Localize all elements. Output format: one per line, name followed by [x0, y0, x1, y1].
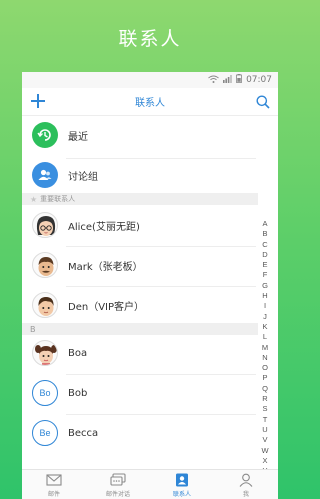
divider: [66, 158, 256, 159]
nav-bar: 联系人: [22, 88, 278, 116]
recent-label: 最近: [68, 131, 88, 143]
alphabet-letter[interactable]: G: [262, 281, 268, 291]
alphabet-letter[interactable]: Q: [262, 384, 268, 394]
tab-contacts[interactable]: 联系人: [150, 470, 214, 499]
alphabet-letter[interactable]: M: [262, 343, 268, 353]
divider: [66, 374, 256, 375]
alphabet-letter[interactable]: A: [262, 219, 267, 229]
contact-name: Mark（张老板）: [68, 261, 143, 273]
profile-icon: [239, 473, 253, 487]
group-chat-row[interactable]: 讨论组: [22, 160, 258, 190]
tab-mail[interactable]: 邮件: [22, 470, 86, 499]
alphabet-letter[interactable]: C: [262, 240, 267, 250]
alphabet-letter[interactable]: S: [262, 404, 267, 414]
tab-me[interactable]: 我: [214, 470, 278, 499]
avatar-man: [32, 252, 58, 278]
contact-name: Bob: [68, 387, 88, 399]
avatar-initials: Be: [32, 420, 58, 446]
promo-title: 联系人: [118, 28, 182, 50]
contact-row-bob[interactable]: Bo Bob: [22, 377, 258, 409]
alphabet-letter[interactable]: E: [262, 260, 267, 270]
contacts-icon: [176, 473, 188, 487]
conversation-icon: [110, 473, 126, 486]
phone-screen: 07:07 联系人 最近 讨论组 ★ 重要联系人 Alice(艾丽无距) Mar…: [22, 72, 278, 499]
alphabet-letter[interactable]: X: [262, 456, 267, 466]
alphabet-letter[interactable]: B: [262, 229, 267, 239]
contact-name: Den（VIP客户）: [68, 301, 145, 313]
alphabet-letter[interactable]: T: [263, 415, 268, 425]
alphabet-letter[interactable]: H: [262, 291, 267, 301]
alphabet-letter[interactable]: O: [262, 363, 268, 373]
avatar-boy: [32, 292, 58, 318]
section-header-b: B: [22, 323, 258, 335]
alphabet-letter[interactable]: D: [262, 250, 267, 260]
contact-row-becca[interactable]: Be Becca: [22, 417, 258, 449]
page-title: 联系人: [135, 98, 165, 109]
tab-bar: 邮件 邮件对话 联系人 我: [22, 469, 278, 499]
add-contact-button[interactable]: [31, 92, 49, 110]
contact-name: Boa: [68, 347, 88, 359]
important-contacts-header: ★ 重要联系人: [22, 193, 258, 205]
group-chat-icon: [32, 162, 58, 188]
group-chat-label: 讨论组: [68, 171, 98, 183]
status-time: 07:07: [246, 75, 272, 85]
alphabet-letter[interactable]: W: [261, 446, 268, 456]
recent-icon: [32, 122, 58, 148]
signal-icon: [223, 74, 232, 86]
contact-name: Alice(艾丽无距): [68, 221, 140, 233]
alphabet-letter[interactable]: N: [262, 353, 267, 363]
alphabet-letter[interactable]: R: [262, 394, 267, 404]
recent-row[interactable]: 最近: [22, 120, 258, 150]
status-bar: 07:07: [22, 72, 278, 88]
alphabet-letter[interactable]: F: [263, 270, 268, 280]
mail-icon: [46, 474, 62, 486]
alphabet-letter[interactable]: U: [262, 425, 267, 435]
avatar-initials: Bo: [32, 380, 58, 406]
contact-row-mark[interactable]: Mark（张老板）: [22, 249, 258, 281]
wifi-icon: [208, 75, 219, 86]
divider: [66, 286, 256, 287]
avatar-girl-glasses: [32, 212, 58, 238]
contact-row-alice[interactable]: Alice(艾丽无距): [22, 209, 258, 241]
divider: [66, 246, 256, 247]
plus-icon: [31, 94, 45, 108]
alphabet-letter[interactable]: L: [263, 332, 267, 342]
avatar-girl-pigtails: [32, 340, 58, 366]
search-button[interactable]: [256, 94, 270, 109]
alphabet-letter[interactable]: K: [262, 322, 267, 332]
alphabet-index[interactable]: ABCDEFGHIJKLMNOPQRSTUVWXYZ#: [258, 219, 272, 497]
divider: [66, 414, 256, 415]
star-icon: ★: [30, 194, 38, 204]
alphabet-letter[interactable]: P: [262, 373, 267, 383]
search-icon: [256, 95, 270, 109]
alphabet-letter[interactable]: I: [264, 301, 266, 311]
alphabet-letter[interactable]: J: [263, 312, 267, 322]
contact-name: Becca: [68, 427, 99, 439]
contact-row-den[interactable]: Den（VIP客户）: [22, 289, 258, 321]
contact-row-boa[interactable]: Boa: [22, 337, 258, 369]
tab-conversation[interactable]: 邮件对话: [86, 470, 150, 499]
alphabet-letter[interactable]: V: [262, 435, 267, 445]
battery-icon: [236, 74, 242, 86]
